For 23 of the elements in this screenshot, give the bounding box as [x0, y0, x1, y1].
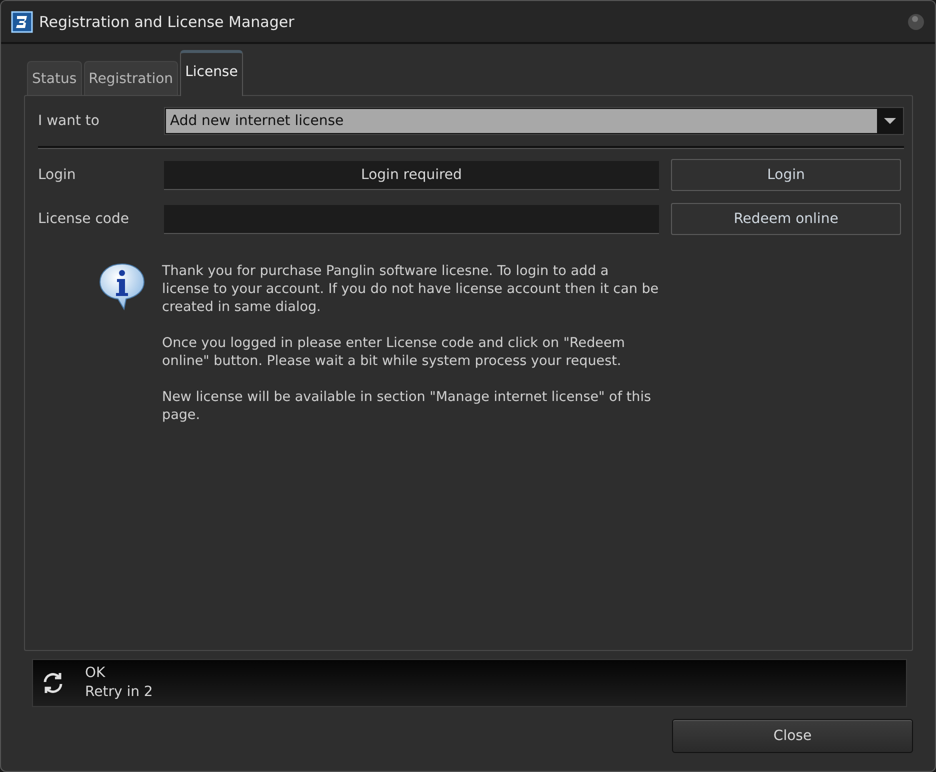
field-label: License code	[38, 211, 130, 227]
refresh-icon	[41, 671, 65, 695]
login-button[interactable]: Login	[671, 159, 901, 191]
info-icon	[98, 262, 146, 312]
status-light-icon	[907, 12, 925, 30]
app-logo-icon	[11, 10, 33, 32]
field-label: Login	[38, 167, 77, 183]
dropdown-arrow-icon	[884, 118, 896, 124]
info-paragraph: Thank you for purchase Panglin software licesne. To login to add a license to your account. If you do not have license account then it can be created in same dialog.	[162, 262, 660, 316]
tab[interactable]: Status	[27, 61, 82, 95]
login-field[interactable]: Login required	[164, 160, 659, 190]
tab[interactable]: License	[180, 50, 243, 96]
tab[interactable]: Registration	[84, 61, 178, 95]
redeem-button[interactable]: Redeem online	[671, 203, 901, 235]
license-code-field[interactable]	[164, 204, 659, 234]
info-paragraph: Once you logged in please enter License code and click on "Redeem online" button. Please wait a bit while system process your request.	[162, 334, 626, 370]
close-button[interactable]: Close	[672, 719, 913, 753]
window-title: Registration and License Manager	[39, 12, 296, 30]
field-label: I want to	[38, 113, 100, 129]
status-detail: Retry in 2	[85, 683, 153, 702]
info-paragraph: New license will be available in section "Manage internet license" of this page.	[162, 388, 652, 424]
status-text: OK	[85, 664, 106, 683]
action-dropdown[interactable]: Add new internet license	[164, 107, 904, 135]
